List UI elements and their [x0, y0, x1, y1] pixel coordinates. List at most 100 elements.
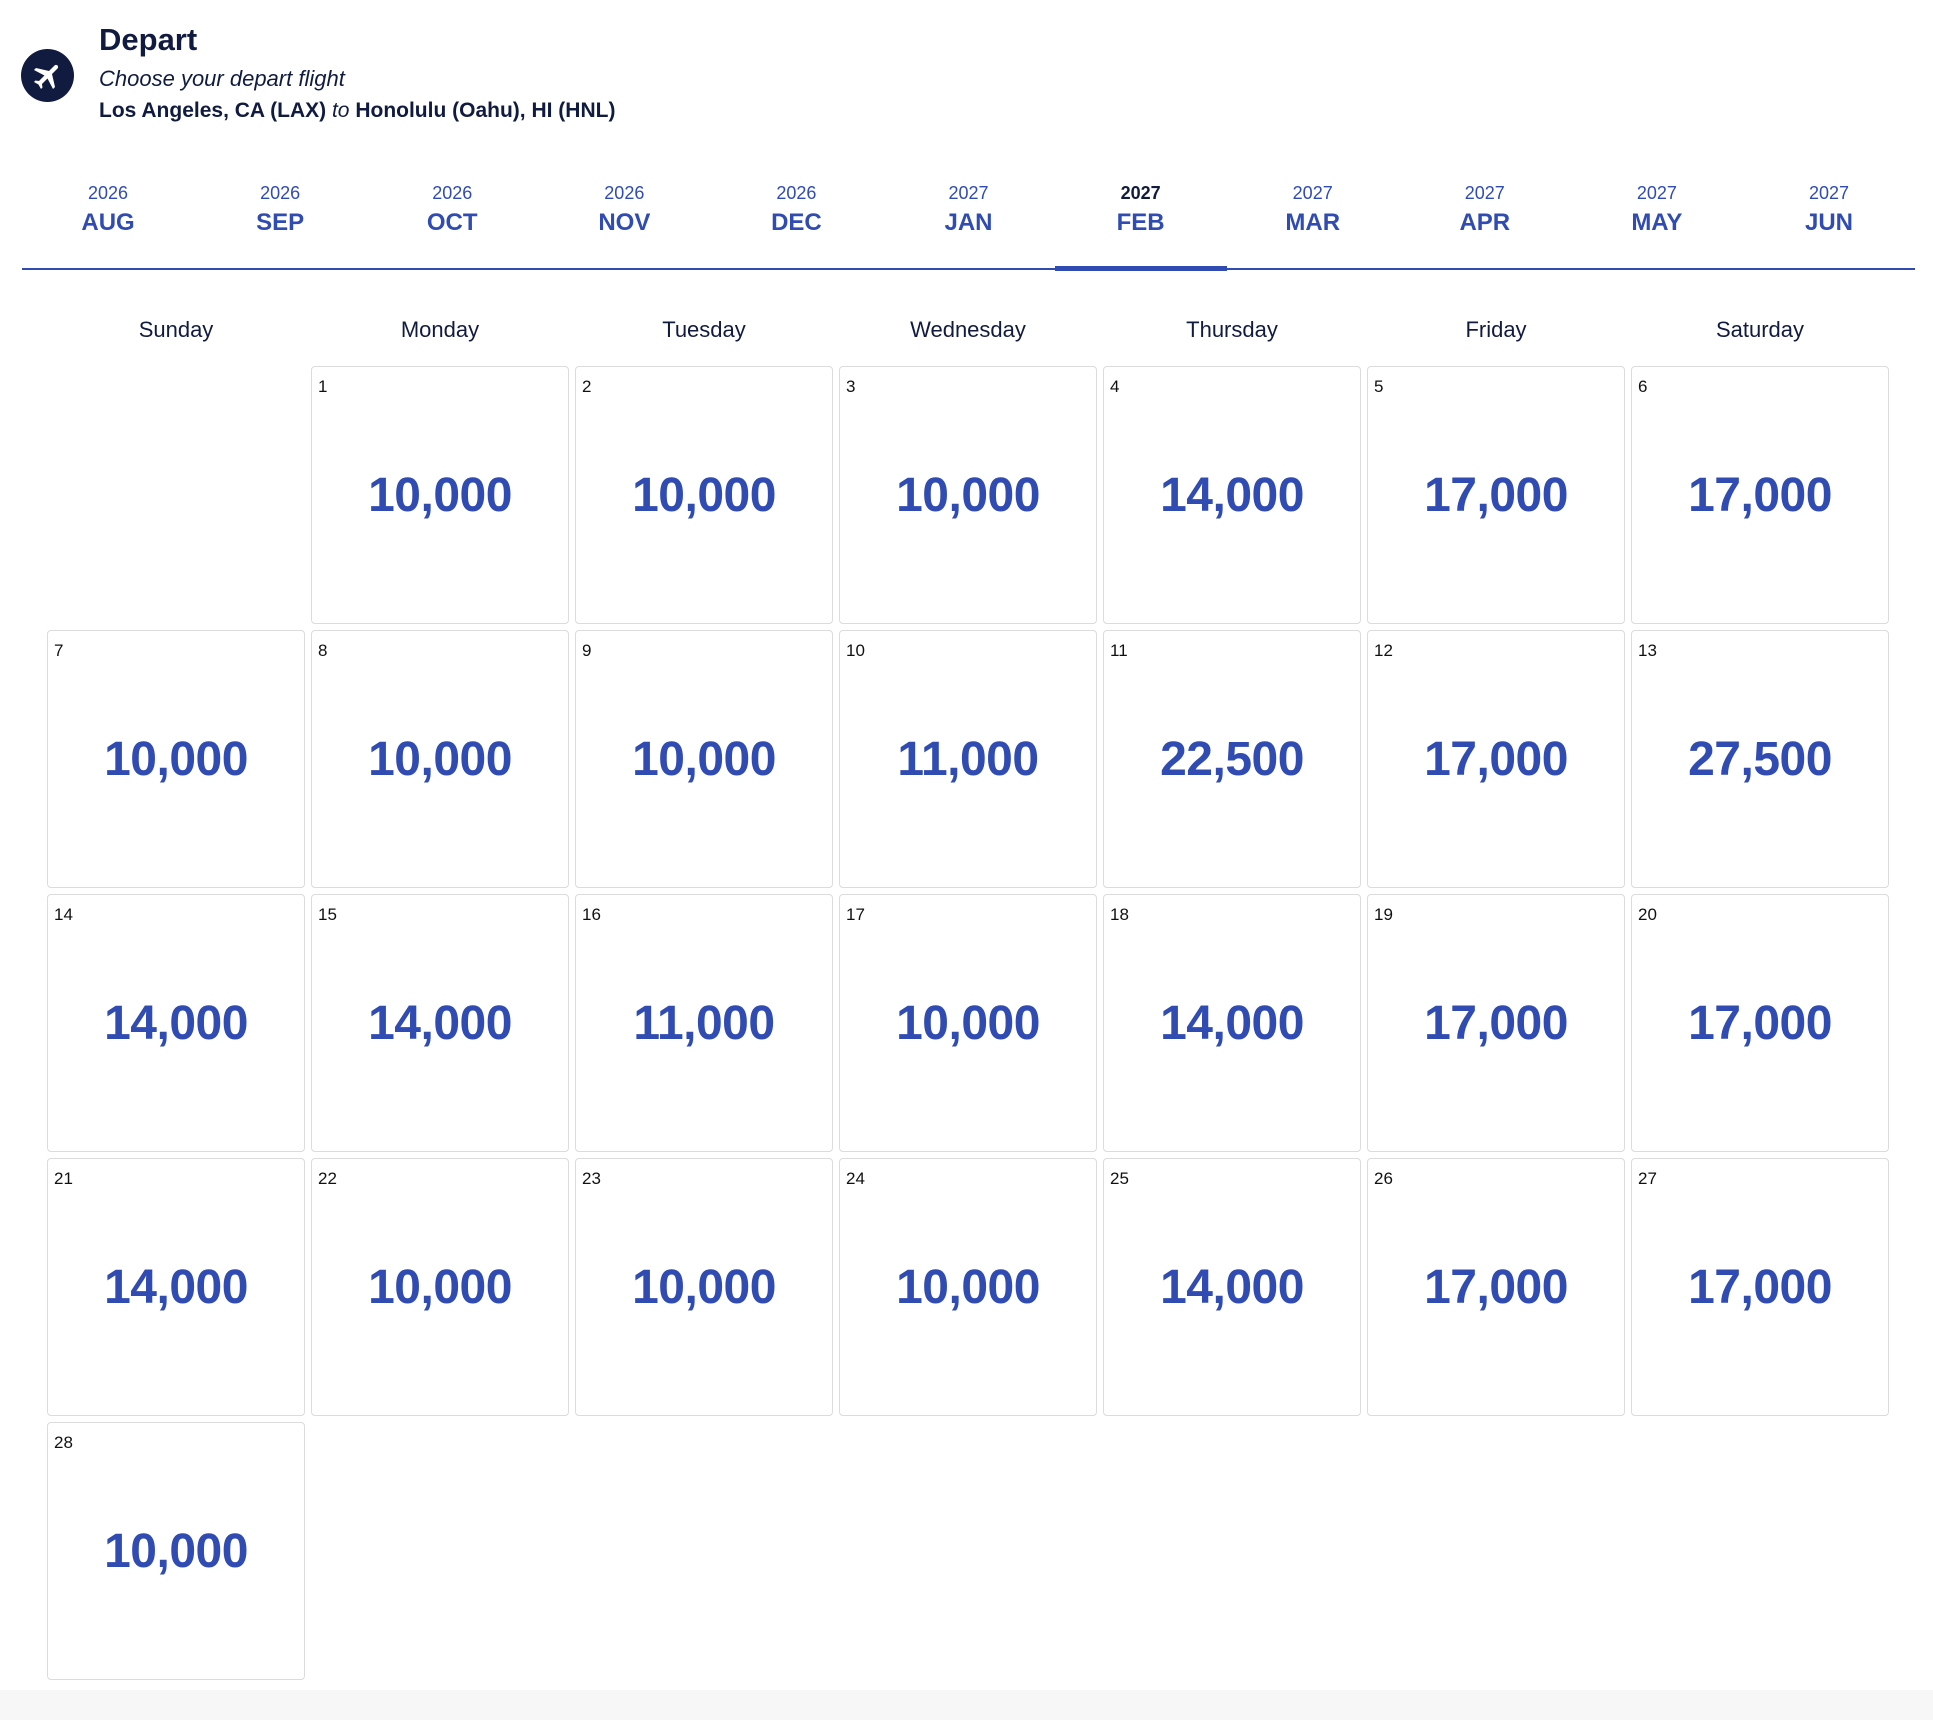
tab-month: JAN: [944, 209, 993, 236]
tabs-divider: [22, 268, 1915, 270]
tab-month: APR: [1459, 209, 1511, 236]
calendar-day-cell[interactable]: 3 10,000: [839, 366, 1097, 624]
fare-points: 14,000: [368, 996, 512, 1050]
calendar-day-cell[interactable]: 9 10,000: [575, 630, 833, 888]
calendar-day-cell[interactable]: 13 27,500: [1631, 630, 1889, 888]
fare-points: 10,000: [368, 468, 512, 522]
tab-dec-2026[interactable]: 2026 DEC: [710, 170, 882, 269]
tab-year: 2027: [1120, 183, 1161, 203]
fare-points: 14,000: [104, 996, 248, 1050]
fare-points: 14,000: [1160, 468, 1304, 522]
fare-points: 17,000: [1424, 1260, 1568, 1314]
weekday-tuesday: Tuesday: [662, 317, 746, 342]
calendar-day-cell[interactable]: 17 10,000: [839, 894, 1097, 1152]
fare-points: 27,500: [1688, 732, 1832, 786]
tab-apr-2027[interactable]: 2027 APR: [1399, 170, 1571, 269]
tab-year: 2027: [1636, 183, 1677, 203]
tab-may-2027[interactable]: 2027 MAY: [1571, 170, 1743, 269]
calendar-day-cell[interactable]: 20 17,000: [1631, 894, 1889, 1152]
page-footer-band: [0, 1690, 1933, 1720]
calendar-day-cell[interactable]: 6 17,000: [1631, 366, 1889, 624]
calendar-day-cell[interactable]: 1 10,000: [311, 366, 569, 624]
fare-points: 10,000: [368, 1260, 512, 1314]
weekday-header-row: Sunday Monday Tuesday Wednesday Thursday Frid…: [47, 310, 1895, 350]
destination-airport: Honolulu (Oahu), HI (HNL): [355, 99, 616, 122]
tab-mar-2027[interactable]: 2027 MAR: [1227, 170, 1399, 269]
tab-month: NOV: [598, 209, 651, 236]
tab-year: 2026: [432, 183, 473, 203]
fare-points: 14,000: [1160, 1260, 1304, 1314]
fare-calendar-grid: 1 10,000 2 10,000 3 10,000 4 14,000 5 17,000 6 17,0…: [47, 366, 1889, 1680]
tab-year: 2027: [1464, 183, 1505, 203]
weekday-monday: Monday: [400, 317, 480, 342]
fare-points: 10,000: [368, 732, 512, 786]
tab-sep-2026[interactable]: 2026 SEP: [194, 170, 366, 269]
calendar-day-cell[interactable]: 24 10,000: [839, 1158, 1097, 1416]
origin-airport: Los Angeles, CA (LAX): [99, 99, 327, 122]
route-connector: to: [331, 99, 350, 122]
calendar-day-cell[interactable]: 12 17,000: [1367, 630, 1625, 888]
fare-points: 11,000: [633, 996, 775, 1050]
tab-month: DEC: [771, 209, 822, 236]
calendar-day-cell[interactable]: 7 10,000: [47, 630, 305, 888]
fare-points: 10,000: [632, 732, 776, 786]
fare-points: 10,000: [896, 468, 1040, 522]
calendar-day-cell[interactable]: 19 17,000: [1367, 894, 1625, 1152]
calendar-day-cell[interactable]: 14 14,000: [47, 894, 305, 1152]
tab-oct-2026[interactable]: 2026 OCT: [366, 170, 538, 269]
calendar-day-cell[interactable]: 22 10,000: [311, 1158, 569, 1416]
tab-year: 2026: [88, 183, 129, 203]
tab-aug-2026[interactable]: 2026 AUG: [22, 170, 194, 269]
calendar-day-cell[interactable]: 10 11,000: [839, 630, 1097, 888]
page-title: Depart: [99, 22, 198, 57]
calendar-day-cell[interactable]: 4 14,000: [1103, 366, 1361, 624]
fare-points: 14,000: [104, 1260, 248, 1314]
fare-points: 22,500: [1160, 732, 1304, 786]
calendar-day-cell[interactable]: 15 14,000: [311, 894, 569, 1152]
tab-year: 2026: [776, 183, 817, 203]
tab-year: 2026: [604, 183, 645, 203]
fare-points: 17,000: [1424, 468, 1568, 522]
tab-month: MAY: [1631, 209, 1683, 236]
calendar-day-cell[interactable]: 8 10,000: [311, 630, 569, 888]
fare-points: 10,000: [632, 468, 776, 522]
calendar-day-cell[interactable]: 2 10,000: [575, 366, 833, 624]
weekday-saturday: Saturday: [1715, 317, 1805, 342]
flight-header: Depart Choose your depart flight Los Ang…: [0, 0, 1933, 140]
tab-jan-2027[interactable]: 2027 JAN: [882, 170, 1054, 269]
tab-year: 2027: [1292, 183, 1333, 203]
fare-points: 17,000: [1688, 468, 1832, 522]
calendar-day-cell[interactable]: 16 11,000: [575, 894, 833, 1152]
tab-month: OCT: [426, 209, 478, 236]
calendar-day-cell[interactable]: 5 17,000: [1367, 366, 1625, 624]
calendar-day-cell[interactable]: 23 10,000: [575, 1158, 833, 1416]
fare-points: 10,000: [896, 996, 1040, 1050]
fare-points: 10,000: [896, 1260, 1040, 1314]
calendar-day-cell[interactable]: 28 10,000: [47, 1422, 305, 1680]
fare-points: 14,000: [1160, 996, 1304, 1050]
weekday-wednesday: Wednesday: [910, 317, 1026, 342]
fare-points: 10,000: [632, 1260, 776, 1314]
route-summary: Los Angeles, CA (LAX) to Honolulu (Oahu)…: [99, 96, 615, 126]
tab-month: SEP: [256, 209, 305, 236]
tab-year: 2027: [948, 183, 989, 203]
tab-jun-2027[interactable]: 2027 JUN: [1743, 170, 1915, 269]
tab-feb-2027[interactable]: 2027 FEB: [1054, 170, 1227, 271]
calendar-day-cell[interactable]: 26 17,000: [1367, 1158, 1625, 1416]
weekday-thursday: Thursday: [1186, 317, 1278, 342]
calendar-day-cell[interactable]: 11 22,500: [1103, 630, 1361, 888]
tab-month: FEB: [1116, 209, 1165, 236]
tab-year: 2026: [260, 183, 301, 203]
tab-month: JUN: [1804, 209, 1853, 236]
calendar-day-cell[interactable]: 18 14,000: [1103, 894, 1361, 1152]
tab-nov-2026[interactable]: 2026 NOV: [538, 170, 710, 269]
calendar-day-cell[interactable]: 21 14,000: [47, 1158, 305, 1416]
calendar-day-cell[interactable]: 27 17,000: [1631, 1158, 1889, 1416]
calendar-day-cell[interactable]: 25 14,000: [1103, 1158, 1361, 1416]
fare-points: 17,000: [1688, 996, 1832, 1050]
airplane-icon: [21, 49, 74, 102]
tab-month: AUG: [81, 209, 135, 236]
weekday-friday: Friday: [1465, 317, 1527, 342]
fare-points: 10,000: [104, 732, 248, 786]
fare-points: 17,000: [1424, 996, 1568, 1050]
